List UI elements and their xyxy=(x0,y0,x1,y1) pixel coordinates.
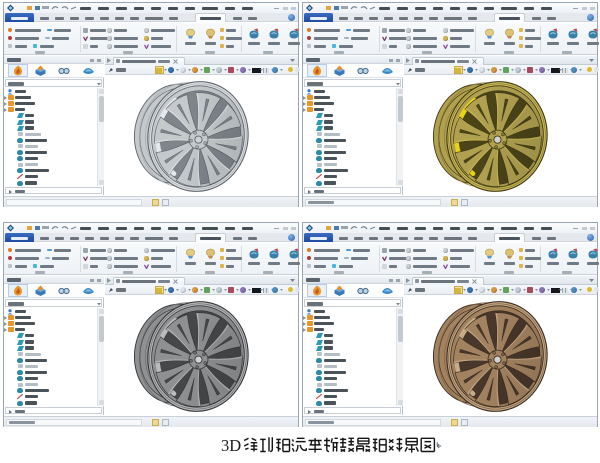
svg-text:3D: 3D xyxy=(221,436,241,455)
